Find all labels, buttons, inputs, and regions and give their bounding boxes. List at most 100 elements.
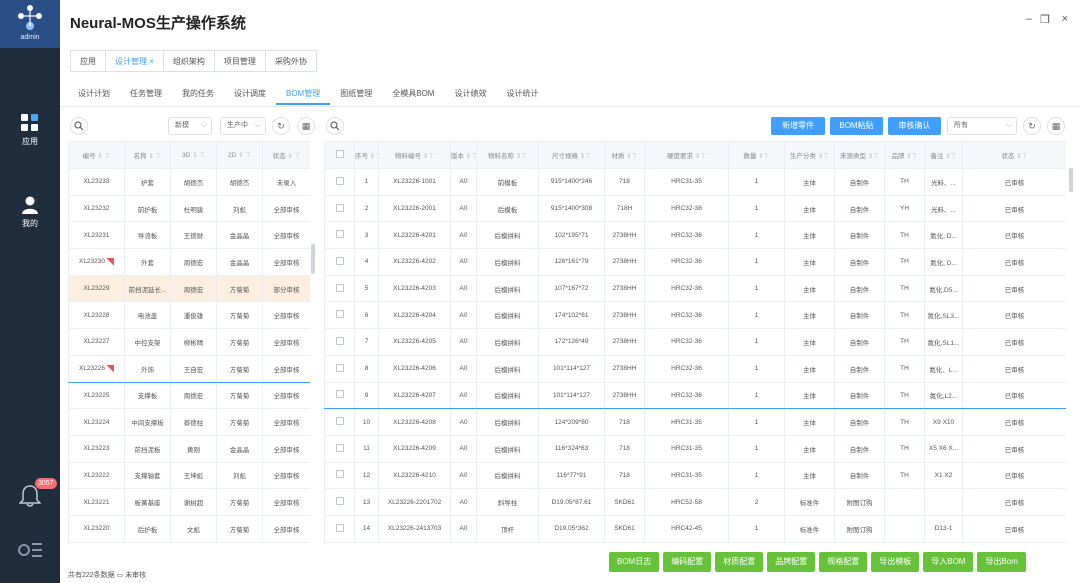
table-row[interactable]: XL23233 护套 胡德杰 胡德杰 未录入	[68, 168, 310, 196]
sort-icon[interactable]: ⇕⊤	[757, 153, 769, 160]
column-header[interactable]: 编号 ⇕ ⊤	[68, 141, 125, 169]
table-row[interactable]: 7 XL23226-4205 A0 后模拼料 172*126*49 2738HH HRC32…	[324, 328, 1066, 356]
action-button[interactable]: 导出Bom	[977, 552, 1026, 572]
notifications-button[interactable]: 3057	[0, 478, 60, 510]
table-row[interactable]: 4 XL23226-4202 A0 后模拼料 126*161*79 2738HH HRC32…	[324, 248, 1066, 276]
minimize-button[interactable]: –	[1026, 13, 1032, 25]
right-search-button[interactable]	[326, 117, 344, 135]
row-select-cell[interactable]	[324, 354, 355, 383]
table-row[interactable]: XL23232 前护板 杜明骏 刘彪 全部审核	[68, 194, 310, 223]
status-select[interactable]: 生产中	[220, 117, 266, 135]
action-button[interactable]: 编码配置	[663, 552, 712, 572]
row-select-cell[interactable]	[324, 461, 355, 490]
row-select-cell[interactable]	[324, 274, 355, 303]
row-checkbox[interactable]	[335, 417, 344, 426]
sort-icon[interactable]: ⇕⊤	[464, 153, 476, 160]
sort-icon[interactable]: ⇕⊤	[693, 153, 706, 160]
right-refresh-button[interactable]: ↻	[1023, 117, 1041, 135]
column-header[interactable]: 品牌 ⇕⊤	[884, 141, 925, 169]
table-row[interactable]: 8 XL23226-4206 A0 后模拼料 101*114*127 2738HH HRC3…	[324, 354, 1066, 383]
table-row[interactable]: XL23231 导流板 王德财 金晶晶 全部审核	[68, 221, 310, 250]
sort-icon[interactable]: ⇕⊤	[514, 153, 527, 160]
table-row[interactable]: 5 XL23226-4203 A0 后模拼料 107*167*72 2738HH HRC32…	[324, 274, 1066, 303]
row-checkbox[interactable]	[335, 176, 344, 185]
sort-icon[interactable]: ⇕⊤	[905, 153, 917, 160]
row-checkbox[interactable]	[335, 256, 344, 265]
select-all-checkbox[interactable]	[335, 150, 344, 158]
tab-procurement[interactable]: 采购外协	[264, 50, 317, 72]
right-columns-button[interactable]: ▦	[1047, 117, 1065, 135]
row-select-cell[interactable]	[324, 408, 355, 436]
row-checkbox[interactable]	[335, 336, 344, 345]
sort-icon[interactable]: ⇕⊤	[1015, 153, 1027, 160]
sort-icon[interactable]: ⇕ ⊤	[190, 152, 205, 159]
right-scrollbar[interactable]	[1069, 168, 1073, 192]
row-select-cell[interactable]	[324, 194, 355, 223]
column-header[interactable]: 序号 ⇕⊤	[354, 141, 379, 169]
subtab-item[interactable]: 图纸管理	[330, 85, 382, 105]
row-select-cell[interactable]	[324, 301, 355, 330]
column-header[interactable]: 物料编号 ⇕⊤	[378, 141, 451, 169]
row-select-cell[interactable]	[324, 248, 355, 276]
table-row[interactable]: 9 XL23226-4207 A0 后模拼料 101*114*127 2738HH HRC3…	[324, 381, 1066, 410]
subtab-item[interactable]: 全模具BOM	[382, 85, 444, 105]
column-header[interactable]: 版本 ⇕⊤	[450, 141, 477, 169]
column-header[interactable]: 物料名称 ⇕⊤	[476, 141, 539, 169]
sort-icon[interactable]: ⇕ ⊤	[147, 153, 161, 160]
mold-type-select[interactable]: 新模	[168, 117, 212, 135]
subtab-item[interactable]: 设计绩效	[444, 85, 496, 105]
table-row[interactable]: XL23227 中控支架 柳彬晴 方菊菊 全部审核	[68, 328, 310, 356]
row-checkbox[interactable]	[335, 470, 344, 479]
tab-close-icon[interactable]: ×	[149, 57, 154, 66]
rail-item-mine[interactable]: 我的	[0, 196, 60, 229]
table-row[interactable]: 1 XL23226-1001 A0 前模板 915*1400*246 718 HRC31-3…	[324, 168, 1066, 196]
restore-button[interactable]: ❐	[1040, 13, 1050, 26]
settings-button[interactable]	[0, 540, 60, 562]
action-button[interactable]: BOM日志	[609, 552, 660, 572]
table-row[interactable]: XL23226 外饰 王自宏 方菊菊 全部审核	[68, 354, 310, 383]
tab-project-management[interactable]: 项目管理	[213, 50, 265, 72]
action-button[interactable]: 品牌配置	[767, 552, 816, 572]
row-checkbox[interactable]	[335, 443, 344, 452]
table-row[interactable]: XL23228 电池盖 潘俊雄 方菊菊 全部审核	[68, 301, 310, 330]
subtab-item[interactable]: 设计统计	[496, 85, 548, 105]
table-row[interactable]: XL23225 支撑板 周德宏 方菊菊 全部审核	[68, 381, 310, 410]
column-header[interactable]: 状态 ⇕⊤	[962, 141, 1066, 169]
table-row[interactable]: XL23220 后护板 文彪 方菊菊 全部审核	[68, 514, 310, 543]
add-part-button[interactable]: 新增零件	[771, 117, 825, 135]
table-row[interactable]: XL23223 前挡泥板 黄刚 金晶晶 全部审核	[68, 434, 310, 463]
tab-organization[interactable]: 组织架构	[162, 50, 214, 72]
row-checkbox[interactable]	[335, 283, 344, 292]
row-select-cell[interactable]	[324, 381, 355, 410]
sort-icon[interactable]: ⇕⊤	[625, 153, 637, 160]
table-row[interactable]: 6 XL23226-4204 A0 后模拼料 174*102*61 2738HH HRC32…	[324, 301, 1066, 330]
action-button[interactable]: 导入BOM	[923, 552, 974, 572]
sort-icon[interactable]: ⇕⊤	[816, 153, 829, 160]
row-checkbox[interactable]	[335, 203, 344, 212]
review-confirm-button[interactable]: 审核确认	[888, 117, 941, 135]
row-checkbox[interactable]	[335, 390, 344, 399]
column-header[interactable]: 备注 ⇕⊤	[924, 141, 963, 169]
column-header[interactable]: 尺寸规格 ⇕⊤	[538, 141, 605, 169]
tab-design-management[interactable]: 设计管理 ×	[105, 50, 163, 72]
table-row[interactable]: 11 XL23226-4209 A0 后模拼料 116*324*63 718 HRC31-3…	[324, 434, 1066, 463]
table-row[interactable]: 13 XL23226-2201702 A0 斜导柱 D19.05*87.61 SKD61 H…	[324, 488, 1066, 516]
tab-apps[interactable]: 应用	[70, 50, 105, 72]
column-header[interactable]: 3D ⇕ ⊤	[170, 141, 217, 169]
bom-paste-button[interactable]: BOM粘贴	[830, 117, 883, 135]
column-header[interactable]: 硬度要求 ⇕⊤	[644, 141, 729, 169]
subtab-item[interactable]: 我的任务	[172, 85, 224, 105]
table-row[interactable]: XL23221 板簧基座 谢树超 方菊菊 全部审核	[68, 488, 310, 516]
subtab-item[interactable]: 设计调度	[224, 85, 276, 105]
row-select-cell[interactable]	[324, 328, 355, 356]
row-select-cell[interactable]	[324, 168, 355, 196]
row-select-cell[interactable]	[324, 221, 355, 250]
action-button[interactable]: 导出模板	[871, 552, 920, 572]
row-checkbox[interactable]	[335, 230, 344, 239]
subtab-item[interactable]: BOM管理	[276, 85, 331, 105]
sort-icon[interactable]: ⇕⊤	[368, 153, 378, 160]
table-row[interactable]: 10 XL23226-4208 A0 后模拼料 124*209*80 718 HRC31-3…	[324, 408, 1066, 436]
sort-icon[interactable]: ⇕ ⊤	[236, 152, 251, 159]
row-checkbox[interactable]	[335, 310, 344, 319]
table-row[interactable]: XL23229 前挡泥延长... 周德宏 方菊菊 部分审核	[68, 274, 310, 303]
